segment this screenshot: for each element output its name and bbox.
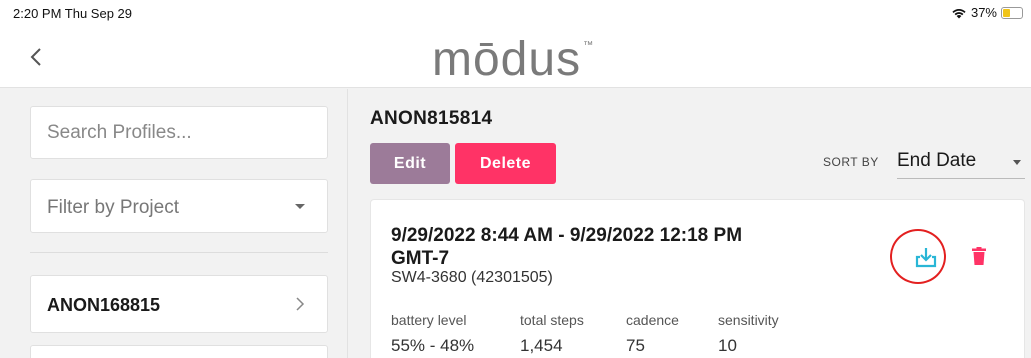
metric-cadence: cadence 75: [626, 312, 679, 356]
metric-value: 55% - 48%: [391, 336, 475, 355]
wifi-icon: [952, 8, 966, 18]
metric-value: 10: [718, 336, 737, 355]
metric-value: 1,454: [520, 336, 563, 355]
battery-level-fill: [1003, 8, 1010, 17]
filter-label: Filter by Project: [47, 197, 179, 218]
sort-value: End Date: [897, 150, 977, 171]
status-bar: 2:20 PM Thu Sep 29 37%: [0, 0, 1031, 28]
caret-down-icon: [1013, 160, 1021, 165]
search-profiles-field[interactable]: [30, 106, 328, 159]
logo-text: mōdus: [432, 33, 582, 86]
session-card[interactable]: 9/29/2022 8:44 AM - 9/29/2022 12:18 PM G…: [370, 199, 1025, 358]
app-logo: mōdus ™: [432, 32, 594, 87]
search-input[interactable]: [31, 107, 327, 158]
profiles-sidebar: Filter by Project ANON168815: [0, 89, 348, 358]
divider: [30, 252, 328, 253]
app-header: mōdus ™: [0, 28, 1031, 88]
session-date-range: 9/29/2022 8:44 AM - 9/29/2022 12:18 PM G…: [391, 225, 743, 269]
trash-icon[interactable]: [972, 247, 986, 265]
edit-button[interactable]: Edit: [370, 143, 450, 184]
status-time: 2:20 PM Thu Sep 29: [13, 6, 133, 21]
metric-value: 75: [626, 336, 645, 355]
status-indicators: 37%: [951, 5, 1023, 20]
sort-by-select[interactable]: End Date: [897, 145, 1025, 179]
battery-percent: 37%: [970, 5, 997, 20]
chevron-right-icon: [296, 297, 305, 311]
chevron-left-icon[interactable]: [25, 42, 49, 72]
delete-button[interactable]: Delete: [455, 143, 556, 184]
profile-list-item[interactable]: [30, 345, 328, 358]
profile-detail: ANON815814 Edit Delete SORT BY End Date …: [349, 89, 1031, 358]
metric-label: sensitivity: [718, 312, 779, 328]
profile-title: ANON815814: [370, 108, 493, 129]
sort-by-label: SORT BY: [823, 155, 879, 169]
metric-label: cadence: [626, 312, 679, 328]
filter-project-select[interactable]: Filter by Project: [30, 179, 328, 233]
download-icon[interactable]: [911, 243, 941, 273]
metric-battery-level: battery level 55% - 48%: [391, 312, 474, 356]
profile-name: ANON168815: [47, 295, 161, 315]
caret-down-icon: [295, 204, 305, 209]
metric-label: total steps: [520, 312, 584, 328]
profile-list-item[interactable]: ANON168815: [30, 275, 328, 333]
metric-label: battery level: [391, 312, 467, 328]
session-device: SW4-3680 (42301505): [391, 269, 553, 286]
metric-sensitivity: sensitivity 10: [718, 312, 779, 356]
battery-icon: [1001, 6, 1023, 19]
logo-trademark: ™: [583, 40, 595, 51]
metric-total-steps: total steps 1,454: [520, 312, 584, 356]
